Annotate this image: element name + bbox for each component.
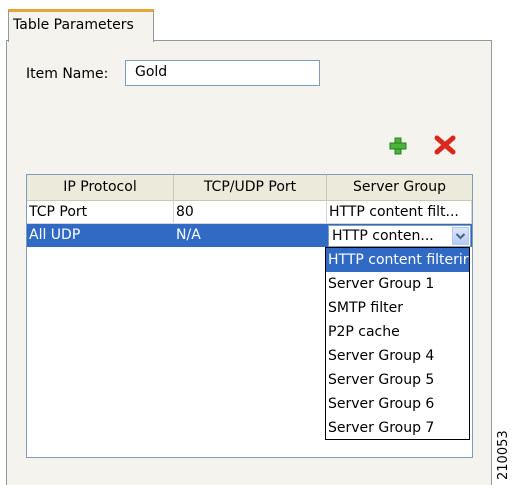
column-header-server-group[interactable]: Server Group [327,175,472,200]
port-cell[interactable]: N/A [174,224,327,247]
ip-protocol-cell[interactable]: TCP Port [27,201,174,224]
dropdown-option[interactable]: SMTP filter [326,296,469,320]
plus-icon[interactable] [389,137,407,155]
item-name-input[interactable]: Gold [125,60,320,86]
server-group-cell[interactable]: HTTP content filt... [327,201,472,224]
dropdown-option[interactable]: Server Group 5 [326,368,469,392]
combobox-dropdown-button[interactable] [452,227,469,245]
item-name-label: Item Name: [26,66,109,82]
table-row-selected[interactable]: All UDP N/A HTTP conten... [27,224,472,247]
column-header-ip-protocol[interactable]: IP Protocol [27,175,174,200]
dropdown-option[interactable]: Server Group 7 [326,416,469,440]
port-cell[interactable]: 80 [174,201,327,224]
dropdown-option[interactable]: Server Group 1 [326,272,469,296]
combobox-value: HTTP conten... [332,228,434,244]
tab-table-parameters[interactable]: Table Parameters [8,9,154,42]
table-row[interactable]: TCP Port 80 HTTP content filt... [27,201,472,224]
column-header-tcp-udp-port[interactable]: TCP/UDP Port [174,175,327,200]
dropdown-option[interactable]: Server Group 4 [326,344,469,368]
server-group-combobox[interactable]: HTTP conten... [328,225,471,247]
figure-id-watermark: 210053 [496,430,511,480]
dropdown-option[interactable]: P2P cache [326,320,469,344]
red-x-icon[interactable] [434,135,456,155]
dropdown-option[interactable]: Server Group 6 [326,392,469,416]
ip-protocol-cell[interactable]: All UDP [27,224,174,247]
table-header: IP Protocol TCP/UDP Port Server Group [27,175,472,201]
chevron-down-icon [455,233,466,240]
dropdown-option[interactable]: HTTP content filterir [326,248,469,272]
server-group-dropdown-list: HTTP content filterir Server Group 1 SMT… [325,247,470,440]
